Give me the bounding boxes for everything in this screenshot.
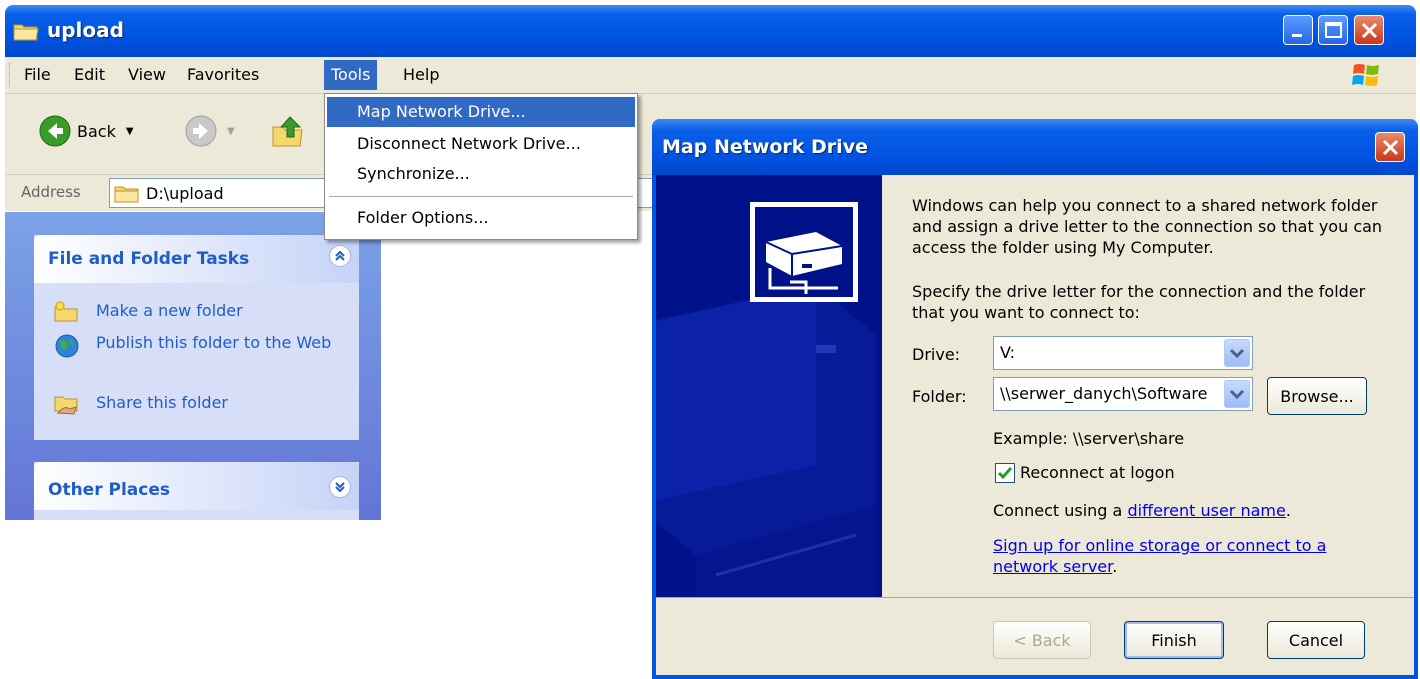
menu-edit[interactable]: Edit xyxy=(67,60,112,90)
other-places-header[interactable]: Other Places xyxy=(34,462,359,510)
menu-help[interactable]: Help xyxy=(396,60,446,90)
close-button[interactable] xyxy=(1354,15,1384,45)
maximize-icon xyxy=(1325,22,1342,38)
expand-chevron-icon[interactable] xyxy=(329,476,351,498)
window-title: upload xyxy=(47,18,124,42)
checkmark-icon xyxy=(997,467,1013,480)
task-label: Publish this folder to the Web xyxy=(96,333,332,352)
collapse-chevron-icon[interactable] xyxy=(329,245,351,267)
menubar-grip xyxy=(9,63,13,87)
drive-label: Drive: xyxy=(912,345,961,364)
share-folder-icon xyxy=(54,396,78,415)
menu-tools[interactable]: Tools xyxy=(324,60,378,90)
chevron-down-icon[interactable] xyxy=(1224,339,1250,367)
new-folder-icon xyxy=(54,301,78,322)
dialog-title: Map Network Drive xyxy=(662,136,868,158)
network-drive-icon xyxy=(750,202,858,302)
cancel-button[interactable]: Cancel xyxy=(1267,621,1365,659)
menu-item-map-network-drive[interactable]: Map Network Drive... xyxy=(327,97,635,127)
task-pane: File and Folder Tasks Make a new folder … xyxy=(5,212,381,520)
explorer-titlebar[interactable]: upload xyxy=(5,5,1416,57)
back-arrow-icon xyxy=(39,115,71,147)
menu-item-folder-options[interactable]: Folder Options... xyxy=(327,203,635,233)
wizard-sidebar-graphic xyxy=(656,175,882,597)
dialog-close-button[interactable] xyxy=(1375,132,1405,162)
finish-button[interactable]: Finish xyxy=(1124,621,1224,659)
example-text: Example: \\server\share xyxy=(993,429,1185,448)
address-value: D:\upload xyxy=(146,184,224,203)
file-folder-tasks-panel: File and Folder Tasks Make a new folder … xyxy=(34,235,359,440)
connect-suffix: . xyxy=(1285,501,1291,520)
up-folder-button[interactable] xyxy=(270,106,306,156)
back-dropdown-arrow[interactable]: ▼ xyxy=(126,126,134,137)
menu-file[interactable]: File xyxy=(17,60,58,90)
signup-link[interactable]: Sign up for online storage or connect to… xyxy=(993,536,1326,576)
signup-suffix: . xyxy=(1112,557,1118,576)
signup-text: Sign up for online storage or connect to… xyxy=(993,535,1333,577)
menu-item-synchronize[interactable]: Synchronize... xyxy=(327,159,635,189)
drive-value: V: xyxy=(1000,343,1016,362)
back-button[interactable]: < Back xyxy=(993,621,1091,659)
different-user-name-link[interactable]: different user name xyxy=(1127,501,1285,520)
dialog-intro-text: Windows can help you connect to a shared… xyxy=(912,196,1383,257)
file-folder-tasks-header[interactable]: File and Folder Tasks xyxy=(34,235,359,283)
menu-favorites[interactable]: Favorites xyxy=(180,60,266,90)
panel-title: Other Places xyxy=(48,480,170,500)
connect-using-text: Connect using a different user name. xyxy=(993,500,1291,521)
back-label: Back xyxy=(77,121,116,141)
menu-bar: File Edit View Favorites Tools Help xyxy=(5,57,1416,94)
maximize-button[interactable] xyxy=(1318,15,1348,45)
task-label: Share this folder xyxy=(96,393,228,412)
panel-title: File and Folder Tasks xyxy=(48,249,250,269)
footer-divider xyxy=(656,597,1414,598)
task-label: Make a new folder xyxy=(96,301,243,320)
forward-dropdown-arrow[interactable]: ▼ xyxy=(227,126,235,137)
windows-logo-icon xyxy=(1352,64,1379,86)
reconnect-label[interactable]: Reconnect at logon xyxy=(1020,462,1175,483)
forward-button[interactable]: ▼ xyxy=(185,106,235,156)
close-icon xyxy=(1382,139,1399,156)
reconnect-checkbox[interactable] xyxy=(995,463,1015,483)
menu-item-disconnect-network-drive[interactable]: Disconnect Network Drive... xyxy=(327,129,635,159)
dialog-body: Windows can help you connect to a shared… xyxy=(656,175,1414,675)
globe-icon xyxy=(55,334,79,358)
address-label: Address xyxy=(21,183,81,201)
menu-view[interactable]: View xyxy=(121,60,173,90)
map-network-drive-dialog: Map Network Drive Windows can help you c… xyxy=(652,119,1418,679)
tools-menu: Map Network Drive... Disconnect Network … xyxy=(324,93,638,240)
back-button[interactable]: Back ▼ xyxy=(39,106,134,156)
folder-label: Folder: xyxy=(912,387,967,406)
dialog-specify-text: Specify the drive letter for the connect… xyxy=(912,282,1366,322)
folder-value: \\serwer_danych\Software xyxy=(1000,384,1208,403)
drive-select[interactable]: V: xyxy=(993,336,1253,370)
forward-arrow-icon xyxy=(185,115,217,147)
close-icon xyxy=(1361,22,1378,39)
up-folder-icon xyxy=(272,116,303,147)
minimize-icon xyxy=(1292,34,1302,37)
minimize-button[interactable] xyxy=(1283,15,1313,45)
other-places-panel: Other Places xyxy=(34,462,359,520)
browse-button[interactable]: Browse... xyxy=(1267,377,1367,415)
folder-combo[interactable]: \\serwer_danych\Software xyxy=(993,377,1253,411)
connect-prefix: Connect using a xyxy=(993,501,1128,520)
menu-separator xyxy=(329,196,633,197)
folder-icon xyxy=(114,186,139,203)
chevron-down-icon[interactable] xyxy=(1224,380,1250,408)
folder-icon xyxy=(13,24,39,41)
dialog-titlebar[interactable]: Map Network Drive xyxy=(652,119,1418,175)
